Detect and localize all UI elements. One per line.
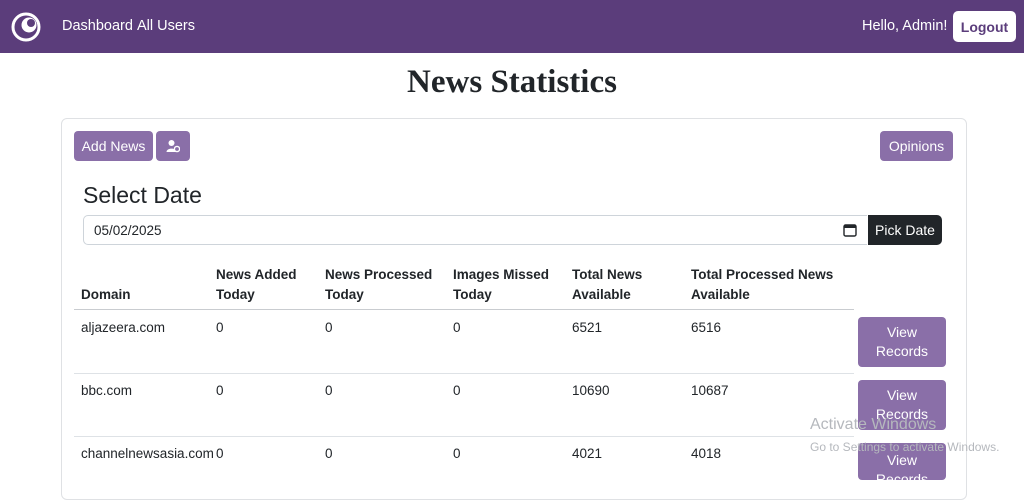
select-date-heading: Select Date [83,182,202,208]
row-divider [74,436,854,437]
nav-all-users-link[interactable]: All Users [137,18,195,34]
column-header-images-missed: Images Missed Today [453,267,550,302]
cell-total-news: 6521 [572,320,603,335]
cell-news-processed: 0 [325,320,333,335]
app-logo-icon[interactable] [10,11,42,43]
cell-total-processed: 4018 [691,446,722,461]
nav-dashboard-link[interactable]: Dashboard [62,18,133,34]
date-input[interactable]: 05/02/2025 [83,215,867,245]
add-user-button[interactable] [156,131,190,161]
view-records-button[interactable]: View Records [858,317,946,367]
pick-date-button[interactable]: Pick Date [868,215,942,245]
page-title: News Statistics [407,64,617,100]
user-gear-icon [166,140,180,153]
column-header-total-news: Total News Available [572,267,643,302]
cell-news-added: 0 [216,383,224,398]
cell-total-processed: 10687 [691,383,729,398]
activate-windows-watermark-title: Activate Windows [810,416,937,433]
row-divider [74,373,854,374]
cell-total-news: 4021 [572,446,603,461]
table-header-divider [74,309,854,310]
cell-images-missed: 0 [453,320,461,335]
cell-images-missed: 0 [453,383,461,398]
user-greeting: Hello, Admin! [862,18,948,34]
calendar-icon[interactable] [843,223,857,237]
cell-news-processed: 0 [325,446,333,461]
cell-news-added: 0 [216,446,224,461]
cell-domain: channelnewsasia.com [81,446,214,461]
cell-domain: aljazeera.com [81,320,166,335]
cell-news-added: 0 [216,320,224,335]
cell-images-missed: 0 [453,446,461,461]
cell-total-processed: 6516 [691,320,722,335]
column-header-news-added: News Added Today [216,267,297,302]
opinions-button[interactable]: Opinions [880,131,953,161]
cell-total-news: 10690 [572,383,610,398]
column-header-total-processed: Total Processed News Available [691,267,834,302]
activate-windows-watermark-subtitle: Go to Settings to activate Windows. [810,440,1000,454]
cell-domain: bbc.com [81,383,133,398]
top-navbar: Dashboard All Users Hello, Admin! Logout [0,0,1024,53]
add-news-button[interactable]: Add News [74,131,153,161]
column-header-domain: Domain [81,287,131,302]
date-value: 05/02/2025 [94,223,162,238]
logout-button[interactable]: Logout [953,11,1016,42]
cell-news-processed: 0 [325,383,333,398]
column-header-news-processed: News Processed Today [325,267,433,302]
